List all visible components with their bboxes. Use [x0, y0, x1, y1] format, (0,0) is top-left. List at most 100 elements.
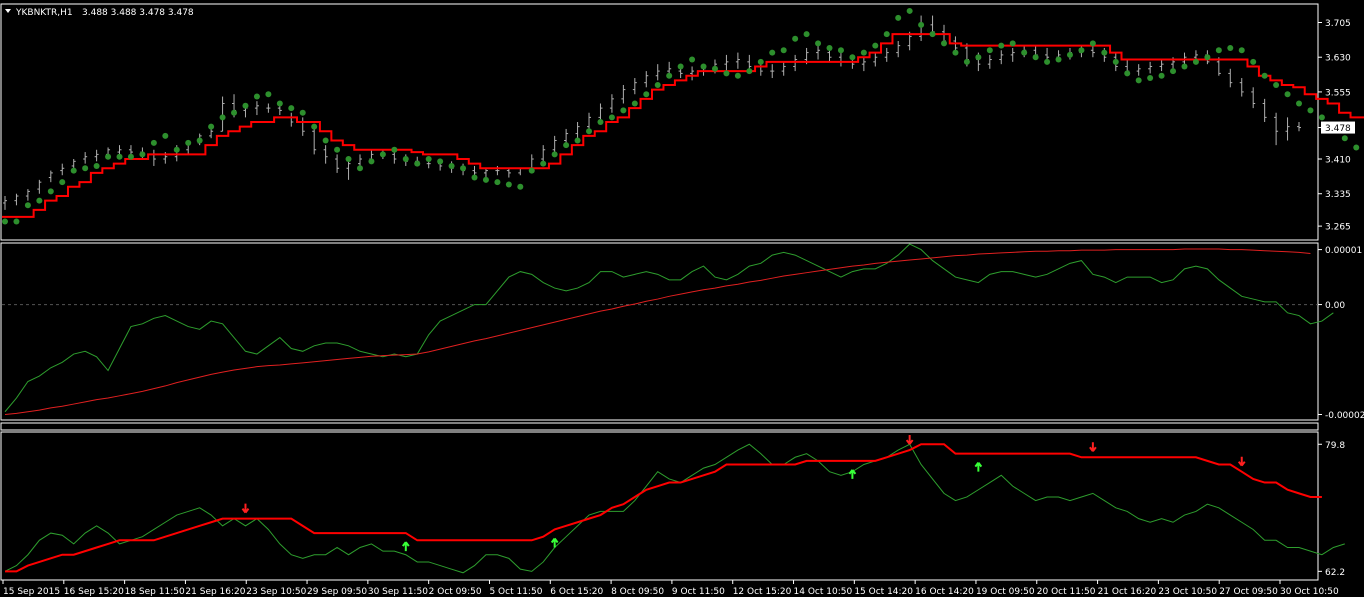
signal-dot — [1124, 70, 1131, 77]
signal-dot — [150, 139, 157, 146]
signal-dot — [551, 151, 558, 158]
signal-dot — [1055, 56, 1062, 63]
signal-dot — [414, 160, 421, 167]
price-tick-label: 3.265 — [1325, 223, 1351, 233]
oscillator-tick-label: 0.00 — [1325, 301, 1345, 311]
signal-dot — [1215, 47, 1222, 54]
signal-dot — [242, 102, 249, 109]
signal-dot — [36, 197, 43, 204]
signal-dot — [540, 160, 547, 167]
signal-dot — [849, 54, 856, 61]
quote-values: 3.488 3.488 3.478 3.478 — [82, 8, 194, 18]
signal-dot — [666, 72, 673, 79]
signal-dot — [517, 183, 524, 190]
signal-dot — [563, 142, 570, 149]
signal-dot — [837, 47, 844, 54]
signal-dot — [734, 72, 741, 79]
signal-dot — [1341, 135, 1348, 142]
signal-dot — [780, 47, 787, 54]
signal-dot — [437, 158, 444, 165]
time-tick-label: 30 Sep 11:50 — [368, 587, 428, 597]
signal-dot — [505, 181, 512, 188]
signal-dot — [13, 218, 20, 225]
signal-dot — [918, 21, 925, 28]
signal-dot — [1032, 54, 1039, 61]
signal-dot — [574, 137, 581, 144]
signal-dot — [929, 31, 936, 38]
oscillator-tick-label: 0.00001 — [1325, 246, 1362, 256]
time-tick-label: 30 Oct 10:50 — [1280, 587, 1339, 597]
signal-dot — [895, 14, 902, 21]
signal-dot — [1192, 58, 1199, 65]
signal-dot — [185, 139, 192, 146]
time-tick-label: 6 Oct 15:20 — [550, 587, 603, 597]
signal-dot — [952, 49, 959, 56]
signal-dot — [265, 91, 272, 98]
signal-dot — [757, 58, 764, 65]
time-tick-label: 27 Oct 09:50 — [1219, 587, 1278, 597]
time-tick-label: 2 Oct 09:50 — [429, 587, 482, 597]
time-tick-label: 5 Oct 11:50 — [489, 587, 542, 597]
price-tick-label: 3.630 — [1325, 54, 1351, 64]
time-tick-label: 20 Oct 11:50 — [1037, 587, 1096, 597]
signal-dot — [219, 114, 226, 121]
signal-dot — [356, 165, 363, 172]
signal-dot — [620, 107, 627, 114]
chart-background — [0, 0, 1364, 597]
signal-dot — [1296, 100, 1302, 107]
signal-dot — [391, 146, 398, 153]
signal-dot — [196, 137, 203, 144]
time-tick-label: 21 Oct 16:20 — [1098, 587, 1157, 597]
signal-dot — [299, 109, 306, 116]
signal-dot — [1261, 72, 1268, 79]
signal-dot — [105, 153, 112, 160]
signal-dot — [93, 162, 100, 169]
signal-dot — [127, 153, 134, 160]
signal-dot — [826, 44, 833, 51]
signal-dot — [1284, 91, 1291, 98]
rsi-tick-label: 62.2 — [1325, 568, 1345, 578]
price-tick-label: 3.555 — [1325, 88, 1351, 98]
signal-dot — [1181, 63, 1188, 70]
signal-dot — [494, 179, 501, 186]
trading-chart[interactable]: 3.7053.6303.5553.4783.4103.3353.2650.000… — [0, 0, 1364, 597]
signal-dot — [792, 35, 799, 42]
signal-dot — [345, 156, 352, 163]
signal-dot — [631, 100, 638, 107]
signal-dot — [24, 202, 31, 209]
signal-dot — [998, 42, 1005, 49]
signal-dot — [941, 40, 948, 47]
signal-dot — [276, 100, 283, 107]
signal-dot — [116, 153, 123, 160]
signal-dot — [643, 91, 650, 98]
signal-dot — [322, 137, 329, 144]
signal-dot — [654, 81, 661, 88]
signal-dot — [334, 146, 341, 153]
signal-dot — [1009, 40, 1016, 47]
oscillator-tick-label: -0.00002 — [1325, 411, 1364, 421]
signal-dot — [1021, 49, 1028, 56]
time-tick-label: 23 Oct 10:50 — [1158, 587, 1217, 597]
signal-dot — [1307, 107, 1314, 114]
signal-dot — [1170, 68, 1177, 75]
signal-dot — [311, 123, 318, 130]
signal-dot — [1158, 72, 1165, 79]
signal-dot — [586, 128, 593, 135]
price-tick-label: 3.410 — [1325, 156, 1351, 166]
signal-dot — [1066, 51, 1073, 58]
price-tick-label: 3.478 — [1325, 124, 1351, 134]
signal-dot — [1250, 58, 1257, 65]
signal-dot — [1227, 44, 1234, 51]
signal-dot — [803, 31, 810, 38]
signal-dot — [689, 56, 696, 63]
signal-dot — [608, 114, 615, 121]
time-tick-label: 16 Oct 14:20 — [915, 587, 974, 597]
price-tick-label: 3.705 — [1325, 19, 1351, 29]
signal-dot — [448, 162, 455, 169]
signal-dot — [700, 63, 707, 70]
time-tick-label: 19 Oct 09:50 — [976, 587, 1035, 597]
signal-dot — [1204, 54, 1211, 61]
time-tick-label: 15 Sep 2015 — [3, 587, 60, 597]
signal-dot — [162, 132, 169, 139]
signal-dot — [723, 70, 730, 77]
